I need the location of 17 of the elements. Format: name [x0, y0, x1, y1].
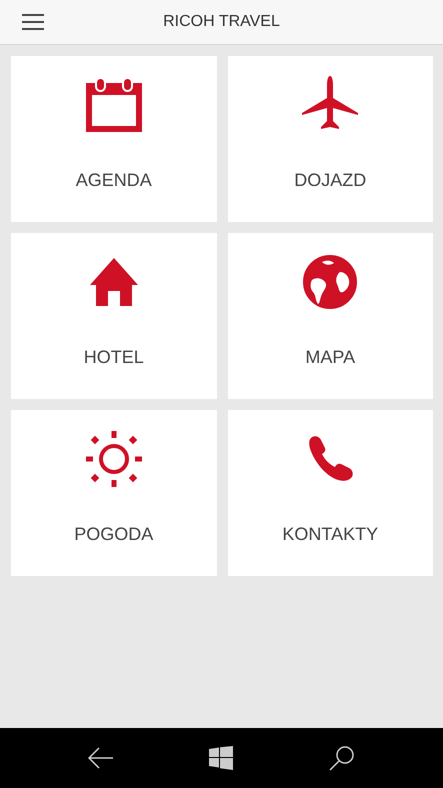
- menu-tile[interactable]: MAPA: [228, 233, 433, 399]
- back-arrow-icon: [88, 747, 114, 769]
- menu-icon: [22, 14, 44, 30]
- menu-tile[interactable]: AGENDA: [11, 56, 216, 222]
- calendar-icon: [84, 78, 143, 132]
- windows-logo-icon: [209, 746, 234, 770]
- menu-tile[interactable]: DOJAZD: [228, 56, 433, 222]
- search-icon: [329, 745, 356, 771]
- phone-icon: [307, 436, 354, 482]
- globe-icon: [302, 254, 358, 310]
- sun-icon: [86, 431, 142, 487]
- menu-tile[interactable]: POGODA: [11, 410, 216, 576]
- menu-button[interactable]: [22, 14, 44, 30]
- house-icon: [90, 258, 138, 306]
- menu-tile[interactable]: HOTEL: [11, 233, 216, 399]
- app-title: RICOH TRAVEL: [163, 13, 280, 31]
- menu-tile[interactable]: KONTAKTY: [228, 410, 433, 576]
